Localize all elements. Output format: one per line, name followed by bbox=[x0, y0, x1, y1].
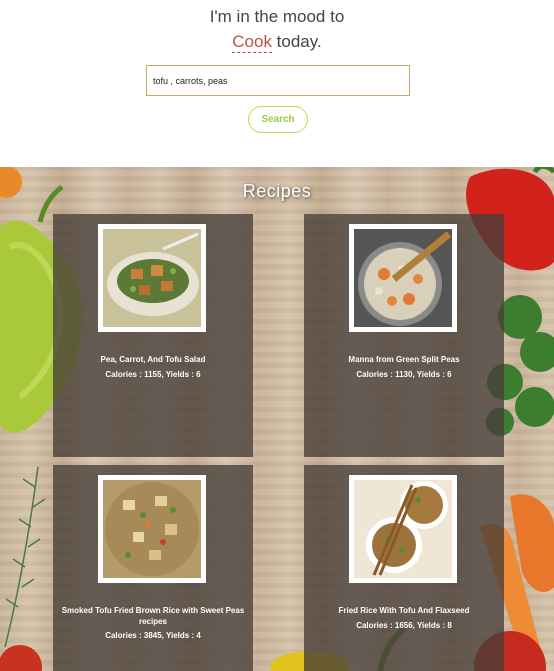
fried-rice-photo-icon bbox=[103, 480, 201, 578]
recipe-info: Calories : 3845, Yields : 4 bbox=[105, 631, 201, 640]
recipe-card[interactable]: Smoked Tofu Fried Brown Rice with Sweet … bbox=[53, 465, 253, 671]
recipe-info: Calories : 1130, Yields : 6 bbox=[356, 370, 452, 379]
mood-word-link[interactable]: Cook bbox=[232, 32, 272, 53]
recipe-info: Calories : 1155, Yields : 6 bbox=[105, 370, 201, 379]
recipes-section-title: Recipes bbox=[242, 181, 312, 201]
ingredients-search-input[interactable] bbox=[146, 65, 410, 96]
recipe-card[interactable]: Fried Rice With Tofu And Flaxseed Calori… bbox=[304, 465, 504, 671]
recipe-thumbnail[interactable] bbox=[349, 475, 457, 583]
recipe-thumbnail[interactable] bbox=[98, 224, 206, 332]
recipe-thumbnail[interactable] bbox=[98, 475, 206, 583]
split-peas-photo-icon bbox=[354, 229, 452, 327]
tofu-salad-photo-icon bbox=[103, 229, 201, 327]
recipe-title[interactable]: Manna from Green Split Peas bbox=[312, 354, 496, 365]
recipe-card[interactable]: Pea, Carrot, And Tofu Salad Calories : 1… bbox=[53, 214, 253, 457]
mood-subheading: Cook today. bbox=[0, 32, 554, 53]
recipe-card[interactable]: Manna from Green Split Peas Calories : 1… bbox=[304, 214, 504, 457]
search-button[interactable]: Search bbox=[248, 106, 308, 133]
search-header: I'm in the mood to Cook today. Search bbox=[0, 0, 554, 167]
mood-suffix: today. bbox=[271, 32, 322, 51]
recipe-info: Calories : 1656, Yields : 8 bbox=[356, 621, 452, 630]
recipe-thumbnail[interactable] bbox=[349, 224, 457, 332]
mood-heading: I'm in the mood to bbox=[209, 7, 345, 26]
recipe-title[interactable]: Pea, Carrot, And Tofu Salad bbox=[61, 354, 245, 365]
recipe-title[interactable]: Fried Rice With Tofu And Flaxseed bbox=[312, 605, 496, 616]
recipe-title[interactable]: Smoked Tofu Fried Brown Rice with Sweet … bbox=[61, 605, 245, 627]
flaxseed-rice-photo-icon bbox=[354, 480, 452, 578]
